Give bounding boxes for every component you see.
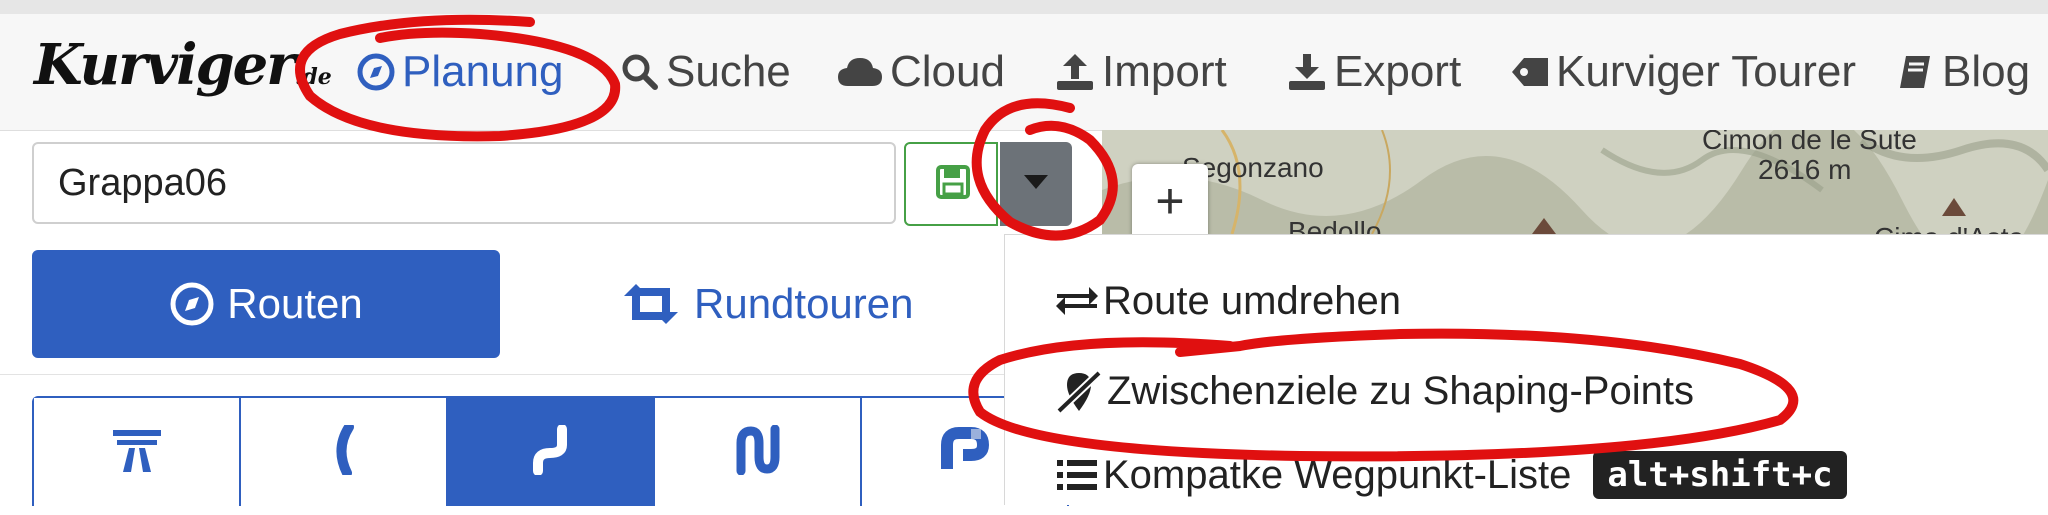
map-label-bedollo: Bedollo xyxy=(1288,216,1382,234)
highway-icon xyxy=(111,428,163,477)
curve-icon xyxy=(528,423,574,480)
upload-icon xyxy=(1054,51,1096,93)
curviness-option-highway[interactable] xyxy=(34,398,241,506)
list-icon xyxy=(1055,457,1099,493)
save-dropdown-menu: Route umdrehen Zwischenziele zu Shaping-… xyxy=(1004,234,2048,505)
search-icon xyxy=(620,52,660,92)
curviest-icon xyxy=(937,425,993,480)
nav-blog[interactable]: Blog xyxy=(1896,14,2030,130)
slight-curve-icon xyxy=(329,421,359,480)
nav-export[interactable]: Export xyxy=(1286,14,1461,130)
curviness-option-curvier[interactable] xyxy=(655,398,862,506)
curviness-selector xyxy=(32,396,1069,506)
swap-arrows-icon xyxy=(1055,284,1099,318)
menu-item-route-umdrehen[interactable]: Route umdrehen xyxy=(1055,261,1401,341)
keyboard-shortcut-badge: alt+shift+c xyxy=(1593,451,1847,499)
map-label-cima-asta: Cima d'Asta xyxy=(1874,222,2024,234)
menu-item-compact-waypoints[interactable]: Kompatke Wegpunkt-Liste alt+shift+c xyxy=(1055,435,1847,515)
nav-planung[interactable]: Planung xyxy=(356,14,563,130)
retweet-icon xyxy=(620,282,682,326)
tag-icon xyxy=(1510,54,1550,90)
map-label-elevation: 2616 m xyxy=(1758,154,1852,185)
floppy-disk-icon xyxy=(936,164,970,204)
download-icon xyxy=(1286,51,1328,93)
curviness-option-curvy[interactable] xyxy=(448,398,655,506)
map-label-cimon: Cimon de le Sute xyxy=(1702,130,1917,155)
nav-kurviger-tourer[interactable]: Kurviger Tourer xyxy=(1510,14,1856,130)
book-icon xyxy=(1896,52,1936,92)
compass-icon xyxy=(169,281,215,327)
top-strip xyxy=(0,0,2048,14)
route-name-input[interactable] xyxy=(32,142,896,224)
marker-slash-icon xyxy=(1055,369,1103,413)
navbar: Kurviger .de Planung Suche Cloud Import E… xyxy=(0,14,2048,131)
map-view[interactable]: Segonzano Bedollo Cimon de le Sute 2616 … xyxy=(1102,130,2048,234)
save-button[interactable] xyxy=(904,142,998,226)
curviness-option-slight[interactable] xyxy=(241,398,448,506)
menu-item-shaping-points[interactable]: Zwischenziele zu Shaping-Points xyxy=(1055,351,1694,431)
kurviger-logo[interactable]: Kurviger .de xyxy=(34,32,332,98)
rundtouren-button[interactable]: Rundtouren xyxy=(620,250,980,358)
curvier-icon xyxy=(733,424,783,480)
divider xyxy=(0,374,1010,375)
compass-icon xyxy=(356,52,396,92)
nav-suche[interactable]: Suche xyxy=(620,14,791,130)
save-dropdown-toggle[interactable] xyxy=(1000,142,1072,226)
nav-import[interactable]: Import xyxy=(1054,14,1227,130)
routen-button[interactable]: Routen xyxy=(32,250,500,358)
caret-down-icon xyxy=(1024,174,1048,194)
cloud-icon xyxy=(836,54,884,90)
zoom-in-button[interactable]: + xyxy=(1132,164,1208,238)
nav-cloud[interactable]: Cloud xyxy=(836,14,1005,130)
